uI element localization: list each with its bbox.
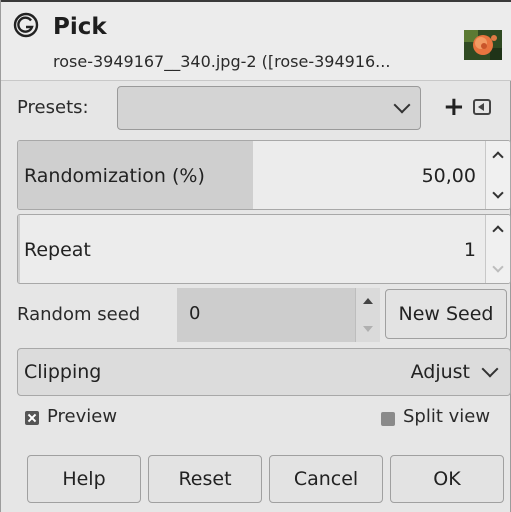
random-seed-stepper[interactable] [355, 288, 380, 342]
randomization-label: Randomization (%) [24, 165, 205, 187]
preset-menu-icon[interactable] [473, 99, 491, 115]
repeat-value: 1 [463, 239, 476, 261]
randomization-value: 50,00 [421, 165, 476, 187]
repeat-fill [18, 215, 20, 283]
gimp-logo-icon [13, 12, 39, 38]
ok-button[interactable]: OK [390, 455, 504, 503]
preview-label[interactable]: Preview [47, 406, 117, 427]
presets-combo[interactable] [117, 86, 421, 130]
preview-checkbox[interactable] [25, 411, 39, 425]
split-view-checkbox[interactable] [381, 412, 395, 426]
random-seed-label: Random seed [17, 304, 141, 325]
help-button[interactable]: Help [27, 455, 141, 503]
presets-label: Presets: [17, 97, 89, 118]
pick-dialog: Pick rose-3949167__340.jpg-2 ([rose-3949… [0, 0, 511, 512]
rose-thumbnail-image [464, 30, 502, 60]
image-name: rose-3949167__340.jpg-2 ([rose-394916... [53, 52, 391, 71]
dialog-title: Pick [53, 14, 107, 40]
increment-icon[interactable] [492, 225, 504, 237]
randomization-spinscale[interactable]: Randomization (%) 50,00 [17, 140, 511, 210]
clipping-combo[interactable]: Clipping Adjust [17, 348, 511, 396]
increment-icon[interactable] [492, 151, 504, 163]
chevron-down-icon [481, 360, 499, 378]
repeat-spinscale[interactable]: Repeat 1 [17, 214, 511, 284]
plus-icon[interactable]: + [443, 92, 465, 122]
new-seed-button[interactable]: New Seed [385, 289, 507, 339]
repeat-label: Repeat [24, 239, 91, 261]
randomization-stepper[interactable] [485, 141, 510, 209]
increment-icon[interactable] [363, 298, 373, 304]
random-seed-input[interactable]: 0 [177, 288, 379, 342]
reset-button[interactable]: Reset [148, 455, 262, 503]
decrement-icon[interactable] [492, 187, 504, 199]
clipping-value: Adjust [410, 361, 470, 383]
repeat-stepper[interactable] [485, 215, 510, 283]
random-seed-value: 0 [189, 303, 201, 324]
dialog-header: Pick rose-3949167__340.jpg-2 ([rose-3949… [1, 2, 511, 81]
cancel-button[interactable]: Cancel [269, 455, 383, 503]
chevron-down-icon [393, 96, 411, 114]
decrement-icon [492, 261, 504, 273]
clipping-label: Clipping [24, 361, 102, 383]
split-view-label[interactable]: Split view [403, 406, 490, 427]
decrement-icon [363, 326, 373, 332]
